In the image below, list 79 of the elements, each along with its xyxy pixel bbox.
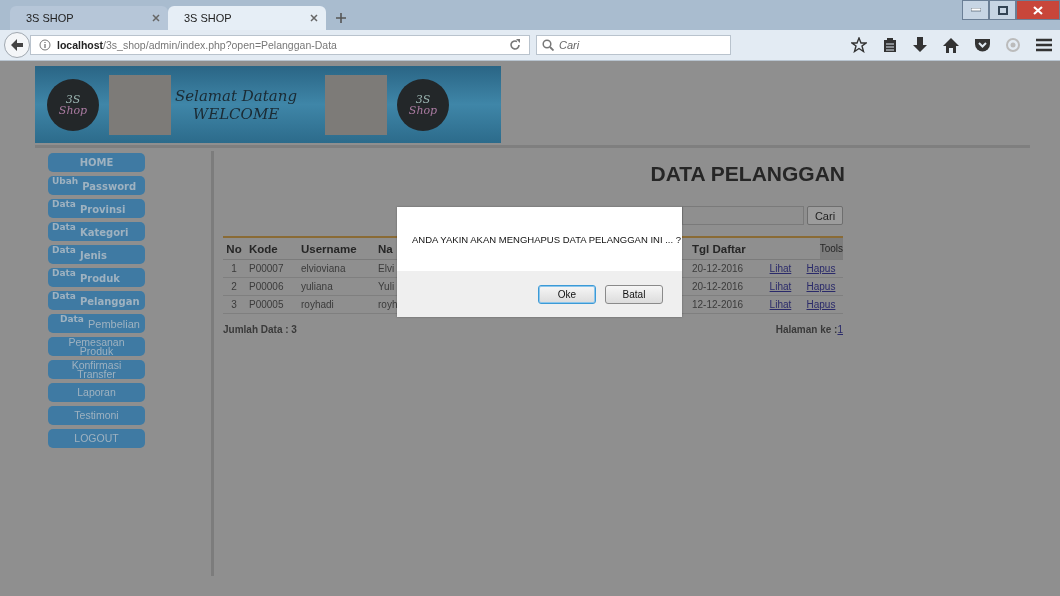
restore-icon — [997, 5, 1008, 15]
close-icon[interactable] — [152, 14, 160, 22]
table-cell: elvioviana — [301, 263, 346, 274]
minimize-icon — [970, 8, 981, 12]
back-arrow-icon — [10, 39, 24, 51]
home-icon[interactable] — [943, 37, 959, 53]
table-cell: 3 — [231, 299, 237, 310]
sidebar-menu-button[interactable]: Testimoni — [48, 406, 145, 425]
dialog-message: ANDA YAKIN AKAN MENGHAPUS DATA PELANGGAN INI ... ? — [412, 233, 682, 245]
column-header: Username — [301, 242, 357, 255]
table-link[interactable]: Hapus — [806, 263, 836, 274]
table-cell: royh — [378, 299, 398, 310]
column-header: Na — [378, 242, 393, 255]
star-icon[interactable] — [851, 37, 867, 53]
column-header: No — [226, 242, 242, 255]
total-count-text: Jumlah Data : 3 — [223, 324, 297, 335]
table-cell: 20-12-2016 — [692, 263, 744, 274]
sidebar-menu-button[interactable]: Data Produk — [48, 268, 145, 287]
page-title: DATA PELANGGAN — [650, 162, 845, 186]
sidebar-menu-button[interactable]: HOME — [48, 153, 145, 172]
maximize-button[interactable] — [989, 0, 1016, 20]
search-button[interactable]: Cari — [807, 206, 843, 225]
page-link[interactable]: 1 — [837, 324, 843, 335]
table-cell: 2 — [231, 281, 237, 292]
sidebar-menu-button[interactable]: Data Provinsi — [48, 199, 145, 218]
close-icon[interactable] — [310, 14, 318, 22]
back-button[interactable] — [4, 32, 30, 58]
sidebar-menu-button[interactable]: Ubah Password — [48, 176, 145, 195]
sidebar-menu-button[interactable]: Data Pembelian — [48, 314, 145, 333]
column-header: Kode — [249, 242, 278, 255]
menu-icon[interactable] — [1036, 38, 1052, 52]
pocket-icon[interactable] — [975, 38, 990, 52]
sidebar-menu-button[interactable]: Data Pelanggan — [48, 291, 145, 310]
dialog-button[interactable]: Oke — [538, 284, 596, 304]
table-link[interactable]: Lihat — [769, 263, 792, 274]
column-header: Tgl Daftar — [692, 242, 746, 255]
shop-logo: 3S Shop — [397, 78, 449, 131]
table-cell: yuliana — [301, 281, 333, 292]
browser-tab[interactable]: 3S SHOP — [10, 6, 168, 30]
table-link[interactable]: Lihat — [769, 299, 792, 310]
sidebar-menu-button[interactable]: Pemesanan Produk — [48, 337, 145, 356]
column-header: Tools — [819, 243, 843, 254]
table-link[interactable]: Hapus — [806, 281, 836, 292]
welcome-text: WELCOME — [192, 104, 280, 123]
sidebar-menu-button[interactable]: Data Kategori — [48, 222, 145, 241]
table-cell: Yuli — [378, 281, 395, 292]
search-field[interactable]: Cari — [536, 35, 731, 55]
address-bar[interactable]: localhost/3s_shop/admin/index.php?open=Pelanggan-Data — [30, 35, 530, 55]
photo-placeholder — [325, 74, 387, 135]
table-cell: 20-12-2016 — [692, 281, 744, 292]
sidebar-menu-button[interactable]: Konfirmasi Transfer — [48, 360, 145, 379]
table-cell: royhadi — [301, 299, 334, 310]
close-window-button[interactable] — [1016, 0, 1060, 20]
shop-logo: 3S Shop — [47, 78, 99, 131]
table-link[interactable]: Hapus — [806, 299, 836, 310]
table-cell: P00005 — [249, 299, 284, 310]
sidebar-menu-button[interactable]: Laporan — [48, 383, 145, 402]
url-text: localhost/3s_shop/admin/index.php?open=Pelanggan-Data — [57, 39, 337, 51]
search-icon — [542, 39, 554, 51]
reload-icon[interactable] — [509, 39, 521, 51]
table-cell: 1 — [231, 263, 237, 274]
table-cell: Elvi — [378, 263, 395, 274]
greeting-text: Selamat Datang — [174, 86, 298, 105]
sidebar-menu-button[interactable]: LOGOUT — [48, 429, 145, 448]
clipboard-icon[interactable] — [883, 37, 897, 53]
sidebar-menu-button[interactable]: Data Jenis — [48, 245, 145, 264]
photo-placeholder — [109, 74, 171, 135]
browser-tab[interactable]: 3S SHOP — [168, 6, 326, 30]
search-field[interactable] — [682, 206, 804, 225]
table-cell: P00006 — [249, 281, 284, 292]
info-icon — [39, 39, 51, 51]
dialog-button[interactable]: Batal — [605, 284, 663, 304]
close-icon — [1033, 5, 1043, 15]
new-tab-icon[interactable] — [336, 13, 346, 23]
table-cell: P00007 — [249, 263, 284, 274]
table-cell: 12-12-2016 — [692, 299, 744, 310]
table-link[interactable]: Lihat — [769, 281, 792, 292]
download-icon[interactable] — [913, 37, 927, 53]
page-label: Halaman ke : — [775, 324, 838, 335]
